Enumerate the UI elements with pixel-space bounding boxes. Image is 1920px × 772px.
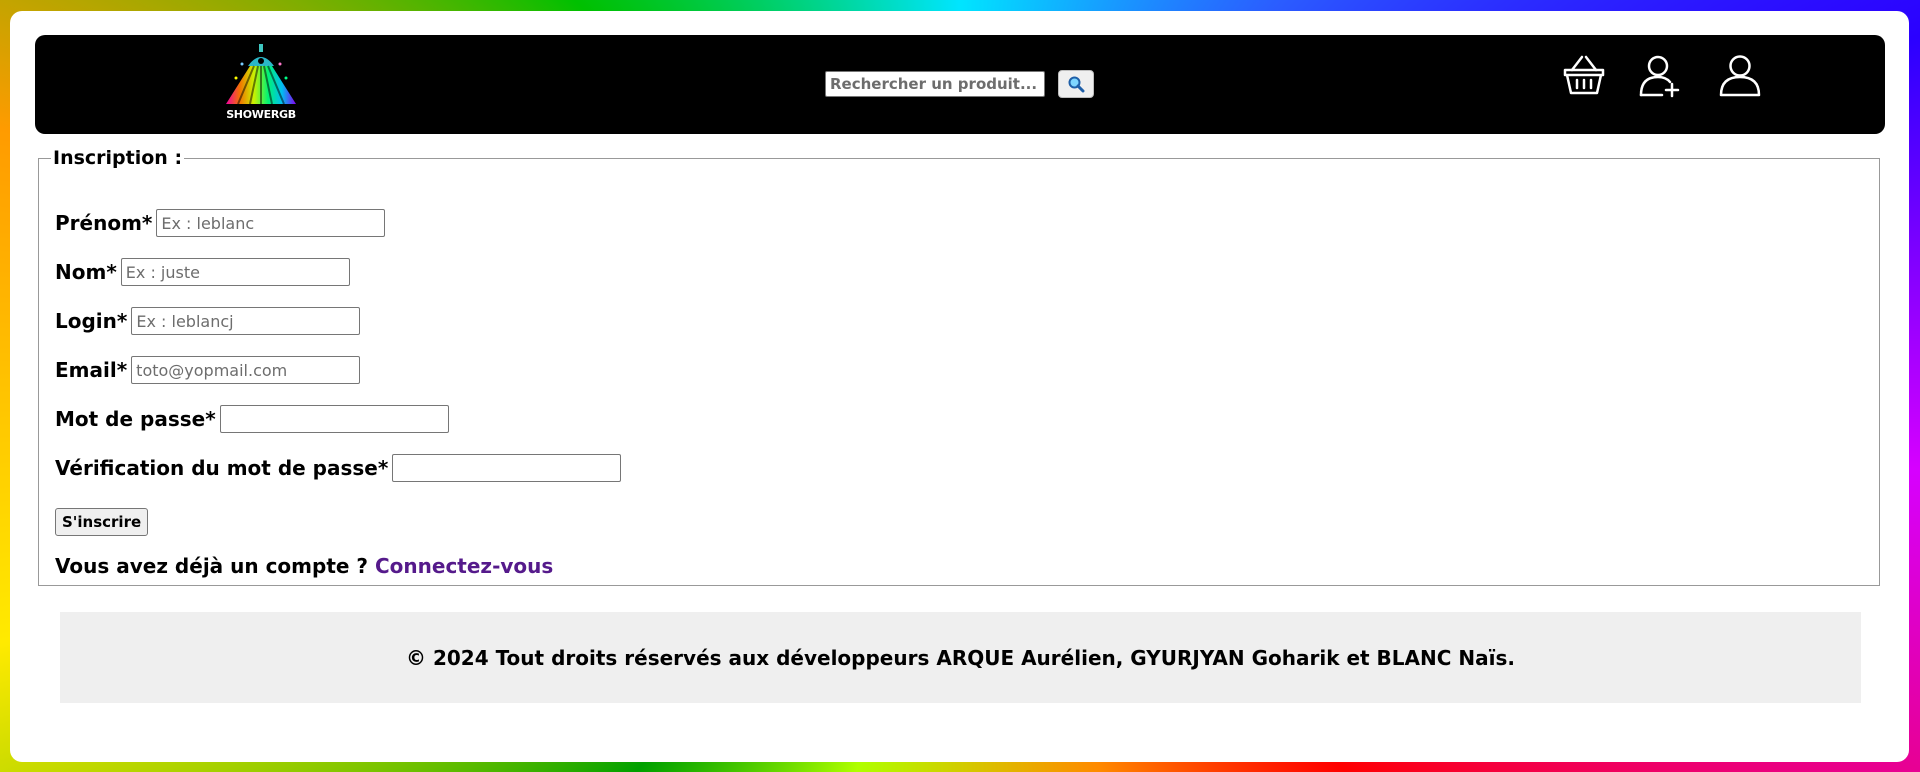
search-icon [1068, 76, 1085, 93]
signup-button[interactable]: S'inscrire [55, 508, 149, 536]
page-frame: SHOWERGB Rechercher un produit... Inscri… [10, 11, 1909, 762]
password-confirm-input[interactable] [392, 454, 622, 482]
password-confirm-row: Vérification du mot de passe* [55, 454, 622, 482]
login-row: Login* [55, 307, 361, 335]
login-link[interactable]: Connectez-vous [375, 554, 553, 578]
lastname-input[interactable] [120, 258, 350, 286]
search-bar [825, 70, 1094, 98]
firstname-label: Prénom* [55, 211, 153, 235]
basket-icon[interactable] [1562, 53, 1606, 99]
user-icon[interactable] [1718, 53, 1762, 99]
site-footer: © 2024 Tout droits réservés aux développ… [60, 612, 1861, 703]
search-input[interactable] [825, 71, 1045, 97]
login-label: Login* [55, 309, 128, 333]
login-prompt-line: Vous avez déjà un compte ? Connectez-vou… [55, 554, 553, 578]
site-header: SHOWERGB [35, 35, 1885, 134]
user-add-icon[interactable] [1638, 53, 1682, 99]
password-input[interactable] [219, 405, 449, 433]
password-row: Mot de passe* [55, 405, 449, 433]
form-legend: Inscription : [53, 147, 183, 169]
copyright-text: © 2024 Tout droits réservés aux développ… [405, 645, 1515, 670]
email-input[interactable] [131, 356, 361, 384]
email-row: Email* [55, 356, 361, 384]
lastname-label: Nom* [55, 260, 117, 284]
email-label: Email* [55, 358, 128, 382]
logo-text: SHOWERGB [226, 108, 296, 121]
password-confirm-label: Vérification du mot de passe* [55, 456, 389, 480]
shower-rainbow-icon [226, 44, 296, 105]
showergb-logo[interactable]: SHOWERGB [220, 44, 302, 124]
firstname-input[interactable] [156, 209, 386, 237]
lastname-row: Nom* [55, 258, 350, 286]
login-prompt-text: Vous avez déjà un compte ? [55, 554, 369, 578]
search-button[interactable] [1058, 70, 1094, 98]
password-label: Mot de passe* [55, 407, 216, 431]
login-input[interactable] [131, 307, 361, 335]
firstname-row: Prénom* [55, 209, 386, 237]
signup-form: Inscription : Prénom* Nom* Login* Email*… [38, 147, 1880, 586]
